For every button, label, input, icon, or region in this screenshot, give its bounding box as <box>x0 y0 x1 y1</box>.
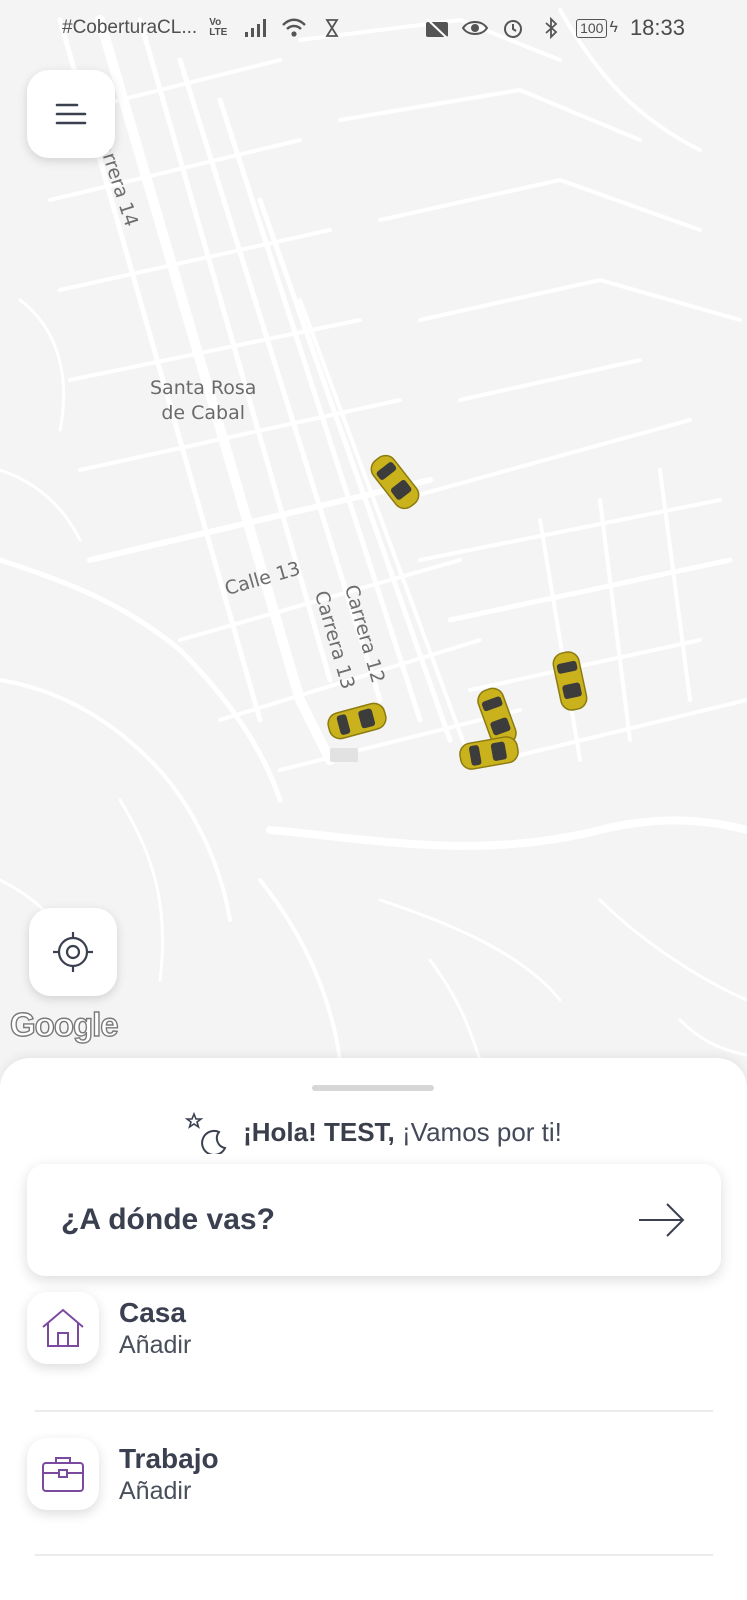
home-icon <box>42 1308 84 1347</box>
volte-badge: Vo LTE <box>209 17 228 38</box>
saved-place-work[interactable]: Trabajo Añadir <box>27 1414 713 1534</box>
my-location-button[interactable] <box>29 908 117 996</box>
place-icon-container <box>27 1438 99 1510</box>
taxi-marker <box>552 651 588 711</box>
place-icon-container <box>27 1292 99 1364</box>
carrier-label: #CoberturaCL... <box>62 17 198 38</box>
taxi-marker <box>459 736 519 770</box>
place-subtitle: Añadir <box>119 1330 192 1359</box>
town-label-line2: de Cabal <box>161 402 246 424</box>
hourglass-icon <box>319 16 345 40</box>
status-time: 18:33 <box>629 15 685 40</box>
divider <box>35 1554 713 1556</box>
alarm-icon <box>500 16 526 40</box>
charging-icon: ϟ <box>609 19 618 36</box>
map-view[interactable]: Carrera 14 Santa Rosa de Cabal Calle 13 … <box>0 0 747 1070</box>
saved-place-home[interactable]: Casa Añadir <box>27 1268 713 1388</box>
status-bar: #CoberturaCL... Vo LTE 100 ϟ 18:33 <box>0 0 747 56</box>
signal-icon <box>243 16 269 40</box>
greeting-tagline: ¡Vamos por ti! <box>402 1116 562 1147</box>
battery-level: 100 <box>576 18 608 38</box>
arrow-right-icon <box>639 1203 685 1237</box>
crosshair-icon <box>53 932 93 972</box>
greeting: ¡Hola! TEST, ¡Vamos por ti! <box>0 1110 747 1154</box>
town-label-line1: Santa Rosa <box>150 377 257 399</box>
bottom-sheet: ¡Hola! TEST, ¡Vamos por ti! ¿A dónde vas… <box>0 1058 747 1600</box>
google-attribution: Google <box>9 1005 119 1043</box>
bluetooth-icon <box>538 16 564 40</box>
greeting-name: ¡Hola! TEST, <box>243 1116 395 1147</box>
place-title: Trabajo <box>119 1442 219 1474</box>
place-subtitle: Añadir <box>119 1476 192 1505</box>
wifi-icon <box>281 16 307 40</box>
status-right: 100 ϟ 18:33 <box>424 15 685 41</box>
greeting-text: ¡Hola! TEST, ¡Vamos por ti! <box>243 1117 562 1148</box>
place-title: Casa <box>119 1296 186 1328</box>
menu-button[interactable] <box>27 70 115 158</box>
destination-prompt: ¿A dónde vas? <box>61 1203 275 1236</box>
eye-icon <box>462 16 489 40</box>
place-texts: Trabajo Añadir <box>119 1442 219 1507</box>
divider <box>35 1410 713 1412</box>
destination-search-button[interactable]: ¿A dónde vas? <box>27 1164 721 1276</box>
briefcase-icon <box>42 1457 84 1492</box>
battery-indicator: 100 ϟ <box>576 18 618 38</box>
moon-star-icon <box>185 1111 227 1154</box>
sheet-drag-handle[interactable] <box>312 1085 434 1091</box>
menu-icon <box>55 103 87 125</box>
status-left: #CoberturaCL... Vo LTE <box>62 16 345 40</box>
town-label: Santa Rosa de Cabal <box>150 376 256 426</box>
place-texts: Casa Añadir <box>119 1296 191 1361</box>
camera-off-icon <box>424 16 450 40</box>
